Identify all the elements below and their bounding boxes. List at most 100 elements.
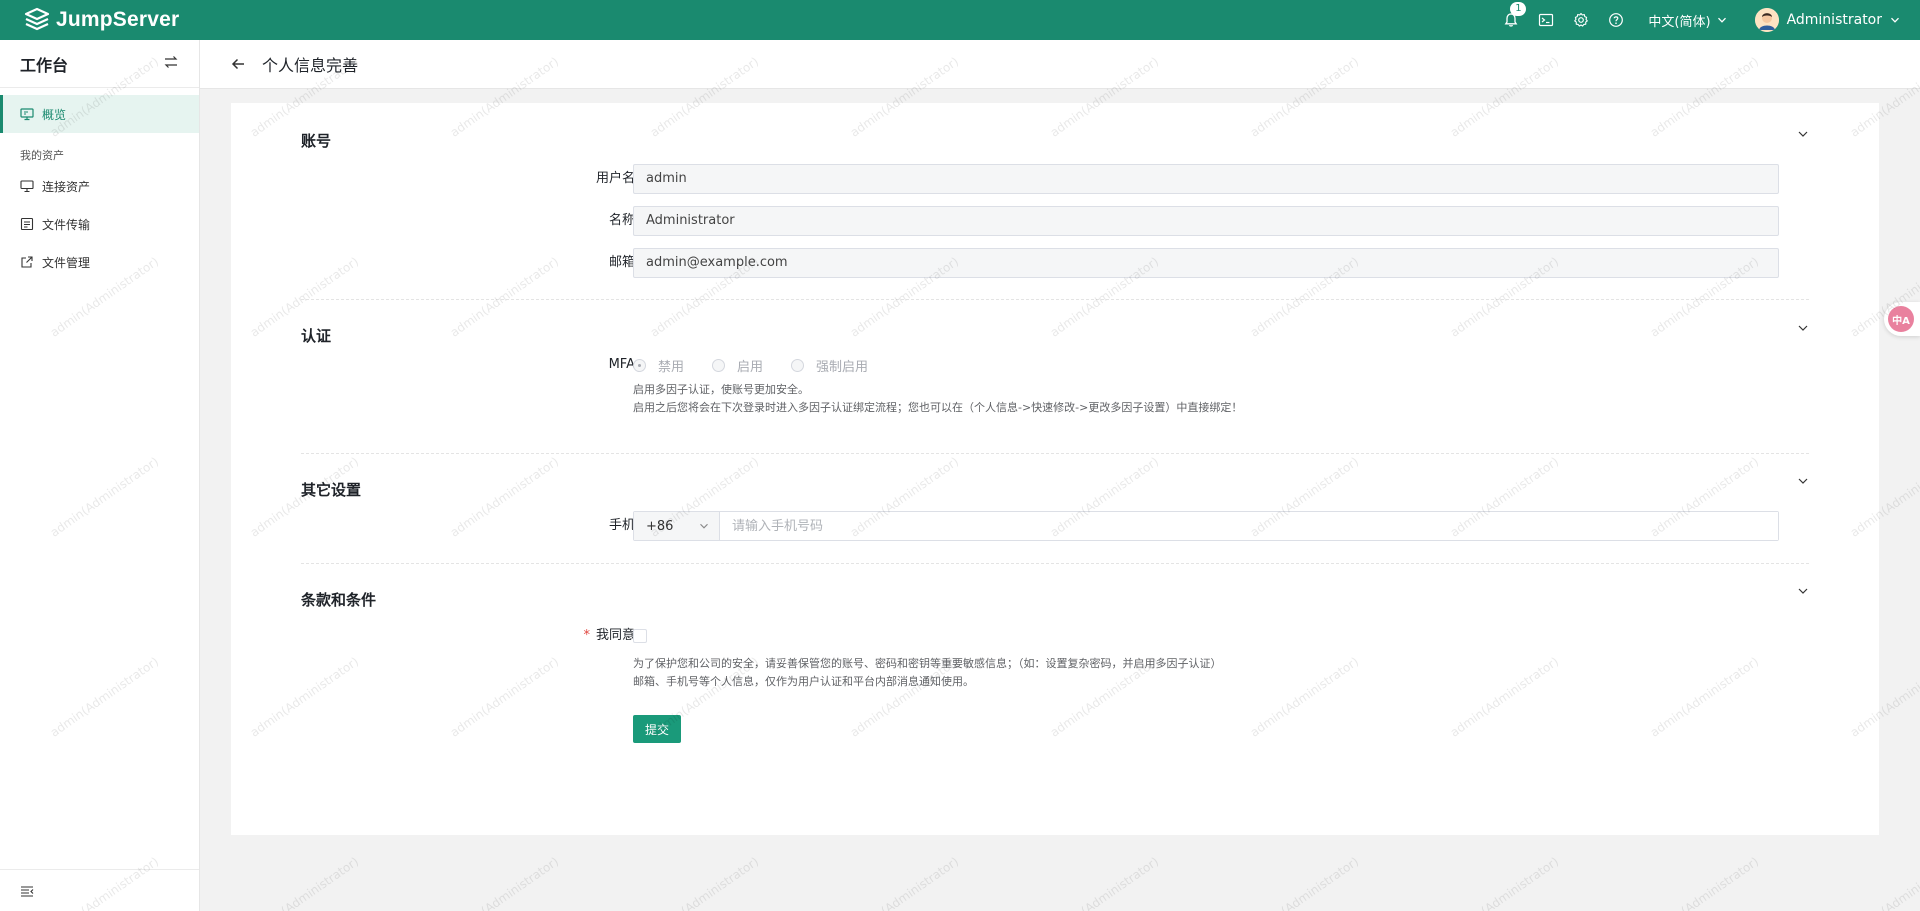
watermark-text: admin(Administrator) <box>1247 854 1362 911</box>
section-title: 账号 <box>301 132 332 150</box>
monitor-icon <box>20 107 34 121</box>
chevron-down-icon <box>1798 325 1808 331</box>
external-link-icon <box>20 255 34 269</box>
brand[interactable]: JumpServer <box>24 7 179 33</box>
sidebar-item-label: 文件管理 <box>42 255 91 270</box>
radio-circle <box>633 358 646 372</box>
page-title: 个人信息完善 <box>262 56 359 75</box>
page-header: 个人信息完善 <box>200 40 1920 89</box>
notification-button[interactable]: 1 <box>1501 2 1527 30</box>
watermark-text: admin(Administrator) <box>447 854 562 911</box>
notification-badge: 1 <box>1510 2 1527 16</box>
top-right-toolbar: 1 中文(简体) Administrator <box>1486 0 1900 40</box>
sidebar-collapse-button[interactable] <box>0 869 199 911</box>
agree-checkbox[interactable] <box>633 629 647 643</box>
country-code-select[interactable]: +86 <box>634 512 720 540</box>
section-divider <box>301 453 1809 454</box>
file-transfer-icon <box>20 217 34 231</box>
watermark-text: admin(Administrator) <box>847 854 962 911</box>
section-title: 认证 <box>301 327 332 345</box>
language-switcher[interactable]: 中文(简体) <box>1648 11 1726 30</box>
sidebar-item-label: 概览 <box>42 107 67 122</box>
name-field[interactable]: Administrator <box>633 206 1779 236</box>
profile-form-card: 账号 用户名 admin 名称 Administrator 邮箱 admin@e… <box>231 103 1879 835</box>
email-label: 邮箱 <box>608 255 635 270</box>
chevron-down-icon <box>1798 478 1808 484</box>
agree-row: * 我同意 <box>301 621 1809 651</box>
translate-float-button[interactable]: 中A <box>1884 302 1920 336</box>
sidebar-header: 工作台 <box>0 40 199 88</box>
phone-label: 手机 <box>608 518 635 533</box>
mfa-option-forced[interactable]: 强制启用 <box>791 356 868 375</box>
phone-field-group: +86 <box>633 511 1779 541</box>
web-terminal-button[interactable] <box>1536 10 1556 30</box>
section-collapse-button[interactable] <box>1797 475 1809 491</box>
radio-label: 禁用 <box>658 359 685 375</box>
user-avatar-icon <box>1754 8 1779 32</box>
name-row: 名称 Administrator <box>301 206 1809 236</box>
mfa-option-disabled[interactable]: 禁用 <box>633 356 684 375</box>
section-title: 条款和条件 <box>301 591 377 609</box>
help-icon <box>1609 13 1624 27</box>
brand-name: JumpServer <box>56 8 180 31</box>
watermark-text: admin(Administrator) <box>247 854 362 911</box>
section-divider <box>301 299 1809 300</box>
view-switch-button[interactable] <box>163 54 179 74</box>
terminal-icon <box>1539 13 1554 27</box>
avatar <box>1754 8 1779 32</box>
swap-arrows-icon <box>164 55 178 68</box>
chevron-down-icon <box>1717 17 1726 23</box>
terms-help-text: 为了保护您和公司的安全，请妥善保管您的账号、密码和密钥等重要敏感信息；（如：设置… <box>633 655 1222 691</box>
section-collapse-button[interactable] <box>1797 585 1809 601</box>
sidebar-item-file-transfer[interactable]: 文件传输 <box>0 205 199 243</box>
submit-button[interactable]: 提交 <box>633 715 681 743</box>
phone-input[interactable] <box>720 512 1778 540</box>
sidebar-item-label: 文件传输 <box>42 217 91 232</box>
mfa-row: MFA 禁用 启用 强制启用 <box>301 350 1809 380</box>
chevron-down-icon <box>1891 17 1899 23</box>
section-collapse-button[interactable] <box>1797 322 1809 338</box>
back-button[interactable] <box>230 56 246 72</box>
email-row: 邮箱 admin@example.com <box>301 248 1809 278</box>
required-mark: * <box>583 628 590 643</box>
watermark-text: admin(Administrator) <box>1047 854 1162 911</box>
user-name: Administrator <box>1786 12 1882 28</box>
sidebar-item-connect-assets[interactable]: 连接资产 <box>0 167 199 205</box>
sidebar-item-overview[interactable]: 概览 <box>0 95 199 133</box>
radio-circle <box>791 358 805 372</box>
chevron-down-icon <box>700 523 708 529</box>
translate-icon: 中A <box>1888 306 1914 332</box>
radio-label: 启用 <box>737 359 764 375</box>
help-button[interactable] <box>1606 10 1626 30</box>
watermark-text: admin(Administrator) <box>647 854 762 911</box>
sidebar: 工作台 概览 我的资产 连接资产 文件传输 文件管理 <box>0 40 200 911</box>
sidebar-title: 工作台 <box>20 55 69 75</box>
radio-circle <box>712 358 726 372</box>
language-label: 中文(简体) <box>1648 14 1711 30</box>
country-code-value: +86 <box>646 518 674 534</box>
sidebar-item-file-manager[interactable]: 文件管理 <box>0 243 199 281</box>
watermark-text: admin(Administrator) <box>1647 854 1762 911</box>
agree-label-text: 我同意 <box>595 628 635 643</box>
menu-collapse-icon <box>21 885 34 897</box>
mfa-radio-group: 禁用 启用 强制启用 <box>633 350 896 380</box>
mfa-option-enabled[interactable]: 启用 <box>712 356 763 375</box>
help-line: 邮箱、手机号等个人信息，仅作为用户认证和平台内部消息通知使用。 <box>633 675 974 688</box>
settings-button[interactable] <box>1571 10 1591 30</box>
username-field[interactable]: admin <box>633 164 1779 194</box>
section-title: 其它设置 <box>301 481 362 499</box>
top-bar: JumpServer 1 中文(简体) Administrator <box>0 0 1920 40</box>
watermark-text: admin(Administrator) <box>1447 854 1562 911</box>
gear-icon <box>1574 12 1589 27</box>
help-line: 启用之后您将会在下次登录时进入多因子认证绑定流程；您也可以在（个人信息->快速修… <box>633 401 1243 414</box>
sidebar-item-label: 连接资产 <box>42 179 91 194</box>
section-collapse-button[interactable] <box>1797 128 1809 144</box>
sidebar-group-label: 我的资产 <box>20 149 64 162</box>
phone-row: 手机 +86 <box>301 511 1809 541</box>
radio-label: 强制启用 <box>816 359 869 375</box>
watermark-text: admin(Administrator) <box>1847 854 1920 911</box>
user-menu[interactable]: Administrator <box>1754 8 1900 32</box>
desktop-icon <box>20 179 34 193</box>
email-field[interactable]: admin@example.com <box>633 248 1779 278</box>
agree-label: * 我同意 <box>583 621 635 651</box>
